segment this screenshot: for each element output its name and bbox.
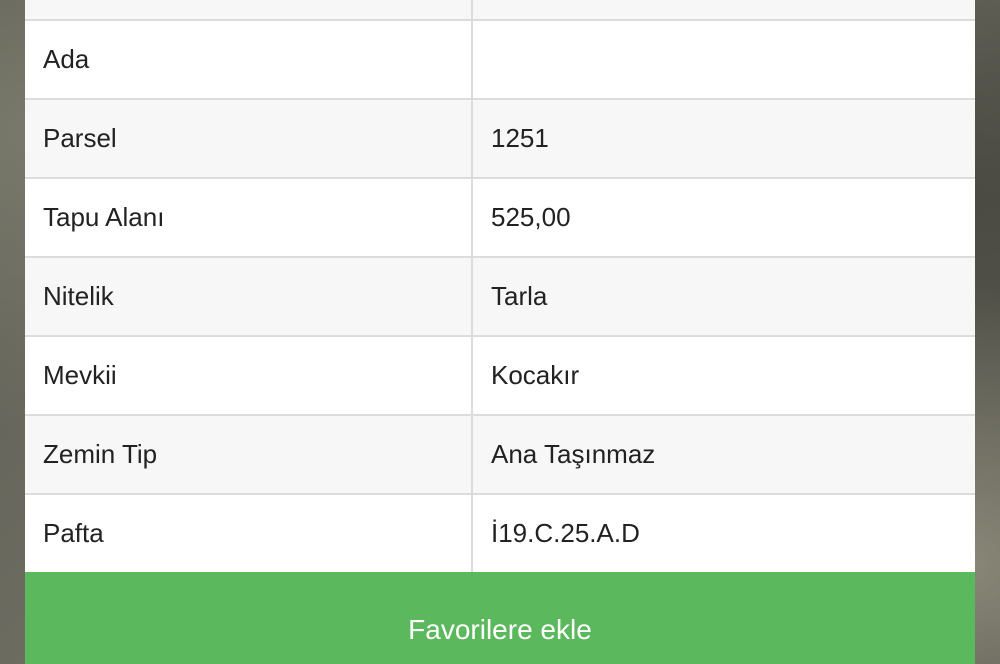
row-value [471, 0, 975, 21]
parcel-info-panel: Ada Parsel 1251 Tapu Alanı 525,00 Niteli… [25, 0, 975, 664]
row-label-pafta: Pafta [25, 493, 473, 574]
row-label-ada: Ada [25, 19, 473, 100]
table-row: Mevkii Kocakır [25, 335, 975, 416]
row-value-tapu-alani: 525,00 [471, 177, 975, 258]
row-value-parsel: 1251 [471, 98, 975, 179]
row-label-parsel: Parsel [25, 98, 473, 179]
row-value-pafta: İ19.C.25.A.D [471, 493, 975, 574]
row-label-mevkii: Mevkii [25, 335, 473, 416]
table-row: Parsel 1251 [25, 98, 975, 179]
row-label-zemin-tip: Zemin Tip [25, 414, 473, 495]
parcel-info-table: Ada Parsel 1251 Tapu Alanı 525,00 Niteli… [25, 0, 975, 574]
table-row: Ada [25, 19, 975, 100]
add-to-favorites-button[interactable]: Favorilere ekle [25, 572, 975, 664]
row-label [25, 0, 473, 21]
table-row: Tapu Alanı 525,00 [25, 177, 975, 258]
row-value-ada [471, 19, 975, 100]
table-row: Zemin Tip Ana Taşınmaz [25, 414, 975, 495]
row-value-mevkii: Kocakır [471, 335, 975, 416]
table-row [25, 0, 975, 21]
row-value-nitelik: Tarla [471, 256, 975, 337]
table-row: Pafta İ19.C.25.A.D [25, 493, 975, 574]
row-value-zemin-tip: Ana Taşınmaz [471, 414, 975, 495]
row-label-nitelik: Nitelik [25, 256, 473, 337]
row-label-tapu-alani: Tapu Alanı [25, 177, 473, 258]
table-row: Nitelik Tarla [25, 256, 975, 337]
